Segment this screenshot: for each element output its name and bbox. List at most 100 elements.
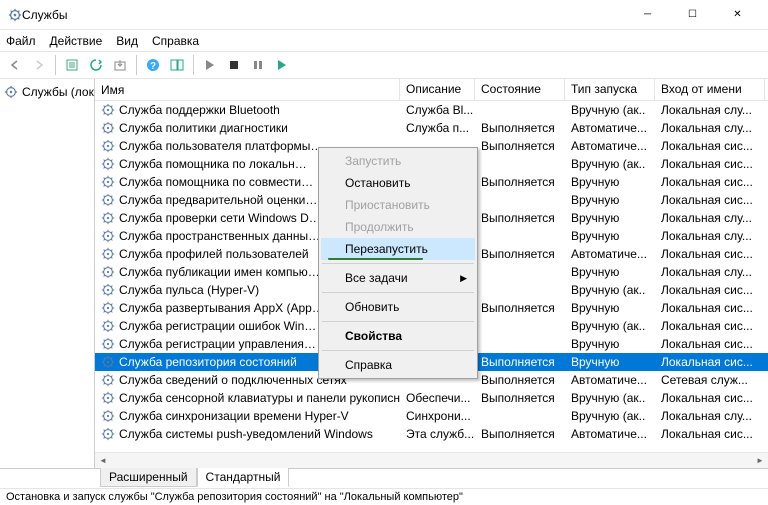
gear-icon — [101, 373, 115, 387]
gear-icon — [4, 85, 18, 99]
preview-icon[interactable] — [166, 54, 188, 76]
cell-logon: Локальная сис... — [655, 355, 765, 369]
service-row[interactable]: Служба системы push-уведомлений WindowsЭ… — [95, 425, 768, 443]
cell-start: Вручную — [565, 265, 655, 279]
cell-start: Автоматиче... — [565, 247, 655, 261]
restart-service-icon[interactable] — [271, 54, 293, 76]
cell-state: Выполняется — [475, 373, 565, 387]
col-desc[interactable]: Описание — [400, 79, 475, 100]
ctx-pause[interactable]: Приостановить — [321, 194, 475, 216]
cell-start: Вручную (ак.. — [565, 157, 655, 171]
ctx-separator — [322, 321, 474, 322]
cell-logon: Локальная слу... — [655, 211, 765, 225]
cell-name: Служба политики диагностики — [95, 121, 400, 135]
cell-logon: Локальная сис... — [655, 139, 765, 153]
menu-help[interactable]: Справка — [152, 34, 199, 48]
minimize-button[interactable]: ─ — [625, 0, 670, 29]
start-service-icon[interactable] — [199, 54, 221, 76]
properties-icon[interactable] — [61, 54, 83, 76]
cell-start: Вручную (ак.. — [565, 103, 655, 117]
cell-state: Выполняется — [475, 301, 565, 315]
back-button[interactable] — [4, 54, 26, 76]
tab-standard[interactable]: Стандартный — [197, 468, 290, 487]
context-menu: Запустить Остановить Приостановить Продо… — [318, 147, 478, 379]
service-row[interactable]: Служба политики диагностикиСлужба п...Вы… — [95, 119, 768, 137]
ctx-separator — [322, 350, 474, 351]
gear-icon — [101, 193, 115, 207]
cell-start: Автоматиче... — [565, 121, 655, 135]
cell-logon: Локальная сис... — [655, 427, 765, 441]
col-start[interactable]: Тип запуска — [565, 79, 655, 100]
gear-icon — [101, 355, 115, 369]
cell-logon: Локальная слу... — [655, 265, 765, 279]
service-row[interactable]: Служба сенсорной клавиатуры и панели рук… — [95, 389, 768, 407]
cell-start: Вручную (ак.. — [565, 283, 655, 297]
cell-desc: Служба п... — [400, 121, 475, 135]
service-row[interactable]: Служба синхронизации времени Hyper-VСинх… — [95, 407, 768, 425]
cell-start: Вручную (ак.. — [565, 391, 655, 405]
tree-root-label: Службы (лок — [22, 85, 94, 99]
tree-root-services[interactable]: Службы (лок — [2, 83, 92, 101]
cell-logon: Сетевая служ... — [655, 373, 765, 387]
refresh-icon[interactable] — [85, 54, 107, 76]
gear-icon — [101, 301, 115, 315]
cell-start: Автоматиче... — [565, 139, 655, 153]
ctx-properties[interactable]: Свойства — [321, 325, 475, 347]
menu-file[interactable]: Файл — [6, 34, 36, 48]
menu-view[interactable]: Вид — [116, 34, 138, 48]
ctx-refresh[interactable]: Обновить — [321, 296, 475, 318]
cell-state: Выполняется — [475, 247, 565, 261]
cell-logon: Локальная сис... — [655, 247, 765, 261]
scroll-left-button[interactable]: ◄ — [95, 453, 111, 469]
annotation-underline — [328, 257, 423, 260]
cell-name: Служба синхронизации времени Hyper-V — [95, 409, 400, 423]
ctx-help[interactable]: Справка — [321, 354, 475, 376]
col-name[interactable]: Имя — [95, 79, 400, 100]
help-icon[interactable]: ? — [142, 54, 164, 76]
chevron-right-icon: ▶ — [460, 273, 467, 284]
maximize-button[interactable]: ☐ — [670, 0, 715, 29]
col-logon[interactable]: Вход от имени — [655, 79, 765, 100]
tree-pane[interactable]: Службы (лок — [0, 79, 95, 468]
gear-icon — [101, 139, 115, 153]
cell-name: Служба поддержки Bluetooth — [95, 103, 400, 117]
cell-start: Вручную — [565, 301, 655, 315]
ctx-separator — [322, 292, 474, 293]
col-state[interactable]: Состояние — [475, 79, 565, 100]
view-tabs: Расширенный Стандартный — [0, 468, 768, 488]
cell-logon: Локальная сис... — [655, 301, 765, 315]
ctx-stop[interactable]: Остановить — [321, 172, 475, 194]
gear-icon — [101, 427, 115, 441]
menu-action[interactable]: Действие — [50, 34, 103, 48]
cell-logon: Локальная сис... — [655, 319, 765, 333]
scroll-right-button[interactable]: ► — [752, 453, 768, 469]
horizontal-scrollbar[interactable]: ◄ ► — [95, 452, 768, 468]
pause-service-icon[interactable] — [247, 54, 269, 76]
tab-extended[interactable]: Расширенный — [100, 468, 197, 487]
gear-icon — [101, 157, 115, 171]
gear-icon — [101, 283, 115, 297]
cell-desc: Синхрони... — [400, 409, 475, 423]
gear-icon — [101, 319, 115, 333]
gear-icon — [101, 337, 115, 351]
cell-start: Вручную (ак.. — [565, 319, 655, 333]
cell-logon: Локальная сис... — [655, 193, 765, 207]
svg-text:?: ? — [150, 61, 156, 72]
ctx-resume[interactable]: Продолжить — [321, 216, 475, 238]
service-row[interactable]: Служба поддержки BluetoothСлужба Bl...Вр… — [95, 101, 768, 119]
export-icon[interactable] — [109, 54, 131, 76]
cell-start: Автоматиче... — [565, 427, 655, 441]
cell-start: Вручную — [565, 193, 655, 207]
forward-button[interactable] — [28, 54, 50, 76]
gear-icon — [101, 247, 115, 261]
cell-name: Служба системы push-уведомлений Windows — [95, 427, 400, 441]
gear-icon — [101, 211, 115, 225]
stop-service-icon[interactable] — [223, 54, 245, 76]
cell-logon: Локальная сис... — [655, 283, 765, 297]
close-button[interactable]: ✕ — [715, 0, 760, 29]
cell-logon: Локальная сис... — [655, 157, 765, 171]
gear-icon — [101, 409, 115, 423]
cell-state: Выполняется — [475, 355, 565, 369]
ctx-all-tasks[interactable]: Все задачи▶ — [321, 267, 475, 289]
ctx-start[interactable]: Запустить — [321, 150, 475, 172]
